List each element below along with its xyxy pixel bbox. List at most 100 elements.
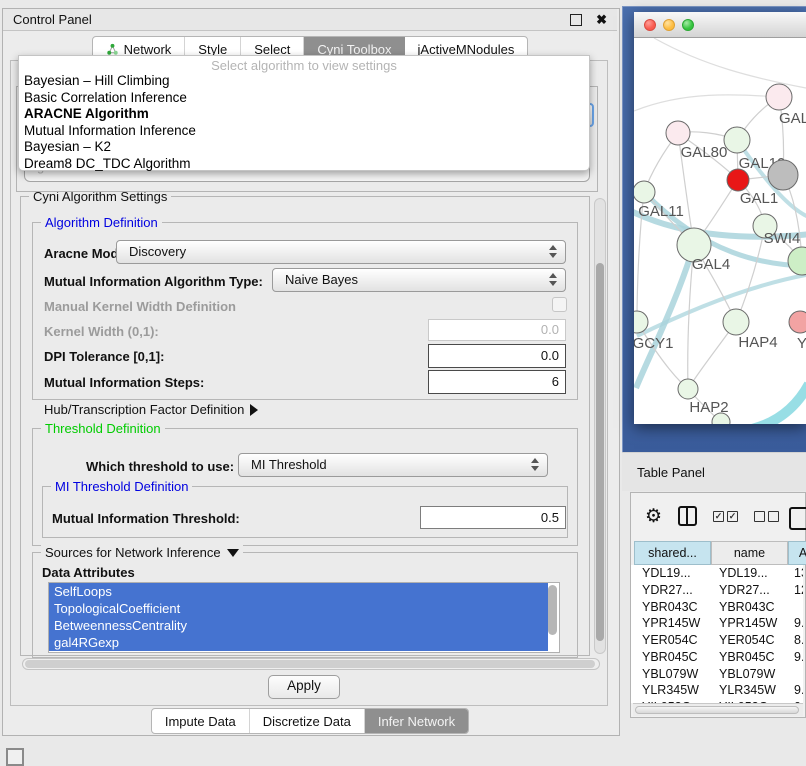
network-node-gal80[interactable] (666, 121, 690, 145)
deselect-all-icon[interactable] (754, 511, 779, 522)
table-cell: YER054C (642, 632, 708, 649)
mi-threshold-field[interactable]: 0.5 (420, 506, 566, 529)
network-node[interactable] (768, 160, 798, 190)
close-panel-icon[interactable]: ✖ (596, 13, 607, 26)
zoom-window-icon[interactable] (682, 19, 694, 31)
network-window-titlebar[interactable] (634, 12, 806, 38)
table-cell: 9. (794, 615, 803, 632)
table-hscroll-thumb[interactable] (635, 706, 799, 714)
attribute-item[interactable]: BetweennessCentrality (49, 617, 548, 634)
data-attributes-list[interactable]: SelfLoopsTopologicalCoefficientBetweenne… (48, 582, 560, 653)
algorithm-placeholder: Select algorithm to view settings (19, 58, 589, 73)
settings-scrollbar[interactable] (594, 198, 606, 654)
network-node-y[interactable] (789, 311, 806, 333)
new-table-icon[interactable] (789, 507, 806, 530)
node-label: GAL (779, 110, 806, 127)
sources-title-text: Sources for Network Inference (45, 545, 221, 560)
tab-infer-network[interactable]: Infer Network (365, 709, 468, 733)
hscrollbar-thumb[interactable] (25, 660, 595, 668)
network-window[interactable]: GALGAL80GAL10GAL1GAL11SWI4GAL4GCY1HAP4YH… (634, 12, 806, 424)
table-cell: YDL19... (642, 565, 708, 582)
table-row[interactable]: YDL19...YDL19...13 (634, 565, 803, 582)
algorithm-dropdown-popup: Select algorithm to view settings Bayesi… (18, 55, 590, 171)
mi-type-value: Naive Bayes (285, 272, 358, 287)
table-row[interactable]: YPR145WYPR145W9. (634, 615, 803, 632)
dpi-tolerance-field[interactable]: 0.0 (428, 344, 566, 368)
table-row[interactable]: YLR345WYLR345W9. (634, 682, 803, 699)
which-threshold-combo[interactable]: MI Threshold (238, 453, 548, 477)
float-panel-icon[interactable] (570, 14, 582, 26)
attribute-item[interactable]: gal4RGexp (49, 634, 548, 651)
algorithm-option[interactable]: Bayesian – K2 (19, 139, 589, 156)
network-node-gal[interactable] (766, 84, 792, 110)
sources-group-title[interactable]: Sources for Network Inference (41, 545, 243, 560)
combo-arrows-icon (531, 458, 539, 471)
node-label: GAL1 (740, 190, 778, 207)
table-cell: YBR043C (719, 599, 785, 616)
table-panel-title: Table Panel (637, 465, 705, 480)
columns-icon[interactable] (678, 506, 697, 526)
network-edge (736, 226, 765, 322)
table-panel-window: ⚙ shared...nameA YDL19...YDL19...13YDR27… (630, 492, 806, 718)
mi-type-combo[interactable]: Naive Bayes (272, 268, 566, 292)
collapse-down-icon (227, 549, 239, 557)
attribute-item[interactable]: TopologicalCoefficient (49, 600, 548, 617)
node-label: GAL4 (692, 256, 730, 273)
algorithm-list: Bayesian – Hill ClimbingBasic Correlatio… (19, 73, 589, 172)
combo-arrows-icon (549, 273, 557, 286)
mi-steps-field[interactable]: 6 (428, 370, 566, 394)
node-label: GAL80 (681, 144, 728, 161)
column-header-0[interactable]: shared... (634, 541, 711, 565)
attributes-scrollbar-thumb[interactable] (548, 585, 557, 635)
settings-horizontal-scrollbar[interactable] (22, 658, 600, 670)
bottom-tab-bar: Impute DataDiscretize DataInfer Network (3, 708, 617, 734)
tab-discretize-data[interactable]: Discretize Data (250, 709, 365, 733)
algorithm-option[interactable]: ARACNE Algorithm (19, 106, 589, 123)
tab-impute-data[interactable]: Impute Data (152, 709, 250, 733)
algorithm-option[interactable]: Basic Correlation Inference (19, 90, 589, 107)
mi-threshold-group-title: MI Threshold Definition (51, 479, 192, 494)
table-horizontal-scrollbar[interactable] (633, 703, 803, 716)
minimized-panel-icon[interactable] (6, 748, 24, 766)
network-node-gal11[interactable] (634, 181, 655, 203)
table-cell: YPR145W (642, 615, 708, 632)
mi-type-label: Mutual Information Algorithm Type: (44, 274, 263, 289)
table-row[interactable]: YBR043CYBR043C (634, 599, 803, 616)
which-threshold-value: MI Threshold (251, 457, 327, 472)
hub-definition-label: Hub/Transcription Factor Definition (44, 402, 244, 417)
kernel-width-field[interactable]: 0.0 (428, 319, 566, 341)
network-node-gal1[interactable] (727, 169, 749, 191)
network-node-gal10[interactable] (724, 127, 750, 153)
which-threshold-label: Which threshold to use: (86, 459, 234, 474)
table-row[interactable]: YDR27...YDR27...12 (634, 582, 803, 599)
algorithm-option[interactable]: Mutual Information Inference (19, 123, 589, 140)
aracne-mode-combo[interactable]: Discovery (116, 240, 566, 264)
table-cell: 13 (794, 565, 803, 582)
minimize-window-icon[interactable] (663, 19, 675, 31)
node-label: SWI4 (764, 230, 801, 247)
column-header-2[interactable]: A (788, 541, 806, 565)
gear-icon[interactable]: ⚙ (645, 507, 662, 526)
table-cell: YDR27... (719, 582, 785, 599)
control-panel-titlebar: Control Panel ✖ (3, 9, 617, 31)
attribute-item[interactable]: SelfLoops (49, 583, 548, 600)
select-all-icon[interactable] (713, 511, 738, 522)
network-node-hap2[interactable] (678, 379, 698, 399)
network-node[interactable] (788, 247, 806, 275)
dpi-tolerance-label: DPI Tolerance [0,1]: (44, 349, 164, 364)
table-row[interactable]: YBL079WYBL079W (634, 666, 803, 683)
close-window-icon[interactable] (644, 19, 656, 31)
table-row[interactable]: YBR045CYBR045C9. (634, 649, 803, 666)
node-label: GCY1 (634, 335, 673, 352)
algorithm-option[interactable]: Bayesian – Hill Climbing (19, 73, 589, 90)
network-canvas[interactable]: GALGAL80GAL10GAL1GAL11SWI4GAL4GCY1HAP4YH… (634, 38, 806, 424)
column-header-1[interactable]: name (711, 541, 788, 565)
settings-scrollbar-thumb[interactable] (596, 263, 604, 641)
node-label: GAL11 (638, 203, 684, 220)
manual-kernel-checkbox[interactable] (552, 297, 567, 312)
apply-button[interactable]: Apply (268, 675, 340, 699)
hub-definition-expander[interactable]: Hub/Transcription Factor Definition (44, 402, 258, 417)
network-node-hap4[interactable] (723, 309, 749, 335)
algorithm-option[interactable]: Dream8 DC_TDC Algorithm (19, 156, 589, 173)
table-row[interactable]: YER054CYER054C8. (634, 632, 803, 649)
